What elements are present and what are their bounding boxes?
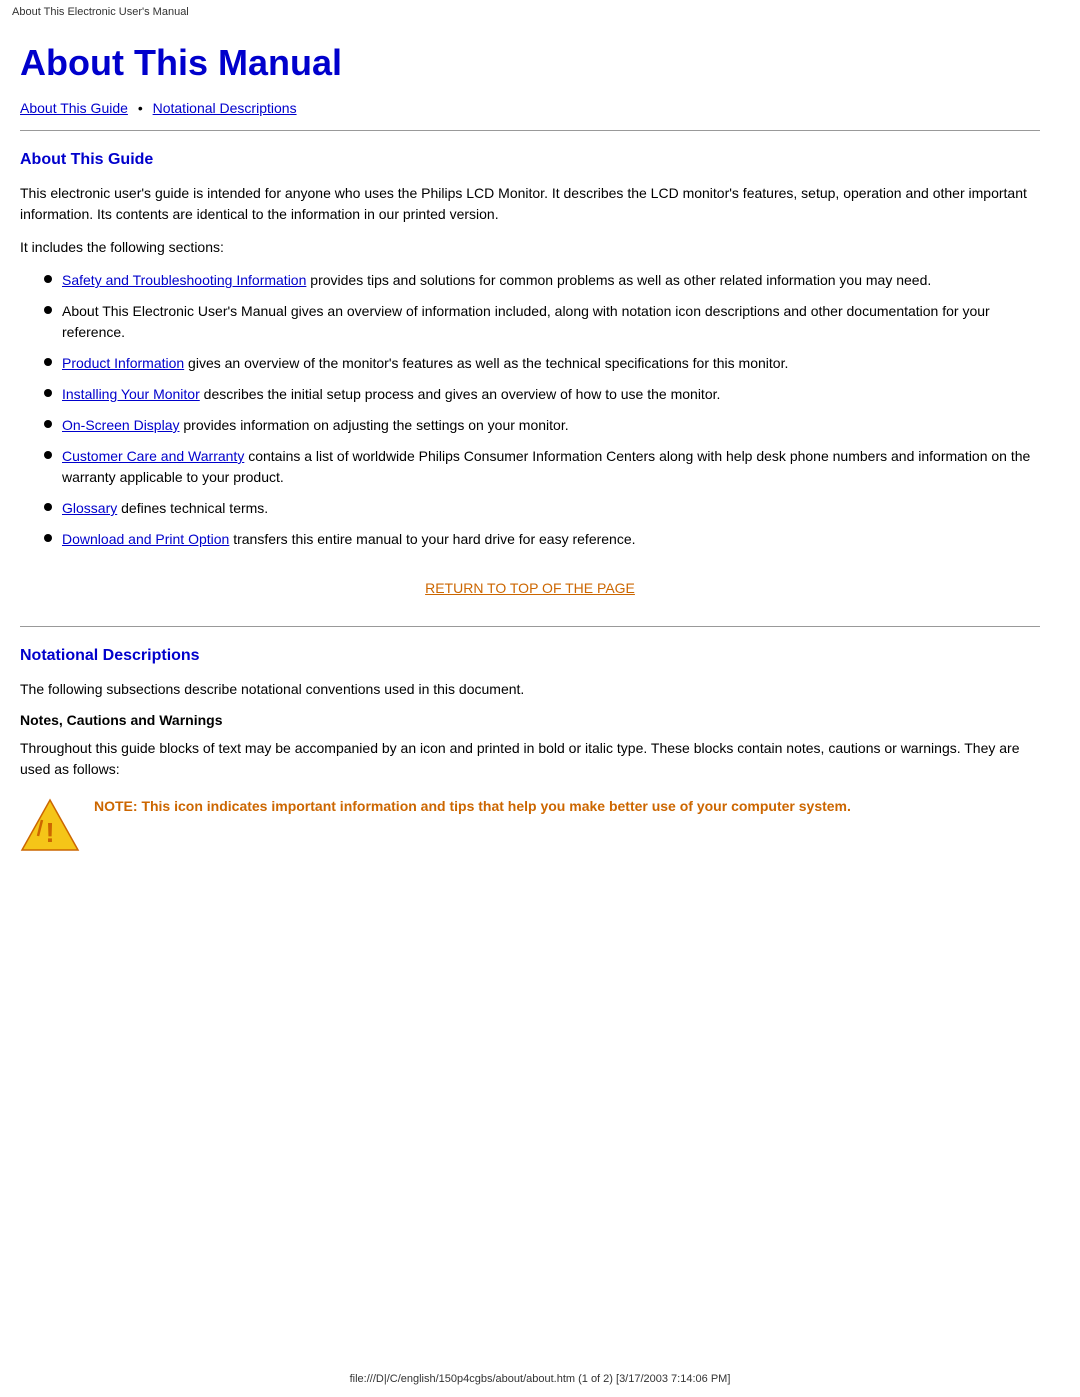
list-item-text: Safety and Troubleshooting Information p… — [62, 270, 931, 291]
section1-para2: It includes the following sections: — [20, 237, 1040, 258]
list-item-text: Download and Print Option transfers this… — [62, 529, 636, 550]
bullet-list: Safety and Troubleshooting Information p… — [40, 270, 1040, 550]
nav-link-about-guide[interactable]: About This Guide — [20, 100, 128, 116]
list-item: Glossary defines technical terms. — [40, 498, 1040, 519]
list-item-text: Glossary defines technical terms. — [62, 498, 268, 519]
divider-middle — [20, 626, 1040, 627]
section2-para1: The following subsections describe notat… — [20, 679, 1040, 700]
link-product-info[interactable]: Product Information — [62, 355, 184, 371]
list-item: About This Electronic User's Manual give… — [40, 301, 1040, 343]
divider-top — [20, 130, 1040, 131]
browser-title: About This Electronic User's Manual — [0, 0, 1080, 22]
section-notational: Notational Descriptions The following su… — [20, 647, 1040, 856]
bullet-dot — [44, 420, 52, 428]
bullet-dot — [44, 358, 52, 366]
svg-text:!: ! — [45, 817, 54, 848]
link-safety[interactable]: Safety and Troubleshooting Information — [62, 272, 306, 288]
link-glossary[interactable]: Glossary — [62, 500, 117, 516]
section2-subheading: Notes, Cautions and Warnings — [20, 712, 1040, 728]
list-item: Safety and Troubleshooting Information p… — [40, 270, 1040, 291]
bullet-dot — [44, 389, 52, 397]
list-item: Customer Care and Warranty contains a li… — [40, 446, 1040, 488]
bullet-dot — [44, 534, 52, 542]
page-title: About This Manual — [20, 42, 1040, 84]
link-osd[interactable]: On-Screen Display — [62, 417, 180, 433]
bullet-dot — [44, 306, 52, 314]
bullet-dot — [44, 451, 52, 459]
return-to-top-container: RETURN TO TOP OF THE PAGE — [20, 580, 1040, 596]
list-item-text: On-Screen Display provides information o… — [62, 415, 569, 436]
list-item: Installing Your Monitor describes the in… — [40, 384, 1040, 405]
nav-links: About This Guide • Notational Descriptio… — [20, 100, 1040, 116]
list-item-text: Customer Care and Warranty contains a li… — [62, 446, 1040, 488]
section2-para2: Throughout this guide blocks of text may… — [20, 738, 1040, 780]
section1-title: About This Guide — [20, 151, 1040, 169]
nav-link-notational[interactable]: Notational Descriptions — [153, 100, 297, 116]
note-text: NOTE: This icon indicates important info… — [94, 796, 851, 817]
list-item: Download and Print Option transfers this… — [40, 529, 1040, 550]
section1-para1: This electronic user's guide is intended… — [20, 183, 1040, 225]
link-download[interactable]: Download and Print Option — [62, 531, 229, 547]
section-about-guide: About This Guide This electronic user's … — [20, 151, 1040, 596]
note-box: ! NOTE: This icon indicates important in… — [20, 796, 1040, 856]
nav-separator: • — [138, 100, 143, 116]
return-to-top-link[interactable]: RETURN TO TOP OF THE PAGE — [425, 580, 635, 596]
list-item-text: About This Electronic User's Manual give… — [62, 301, 1040, 343]
link-installing[interactable]: Installing Your Monitor — [62, 386, 200, 402]
section2-title: Notational Descriptions — [20, 647, 1040, 665]
list-item: On-Screen Display provides information o… — [40, 415, 1040, 436]
link-customer-care[interactable]: Customer Care and Warranty — [62, 448, 244, 464]
footer-text: file:///D|/C/english/150p4cgbs/about/abo… — [350, 1373, 731, 1385]
warning-icon: ! — [20, 796, 80, 856]
list-item-text: Installing Your Monitor describes the in… — [62, 384, 720, 405]
list-item-text: Product Information gives an overview of… — [62, 353, 788, 374]
bullet-dot — [44, 503, 52, 511]
list-item: Product Information gives an overview of… — [40, 353, 1040, 374]
bullet-dot — [44, 275, 52, 283]
footer: file:///D|/C/english/150p4cgbs/about/abo… — [0, 1373, 1080, 1385]
